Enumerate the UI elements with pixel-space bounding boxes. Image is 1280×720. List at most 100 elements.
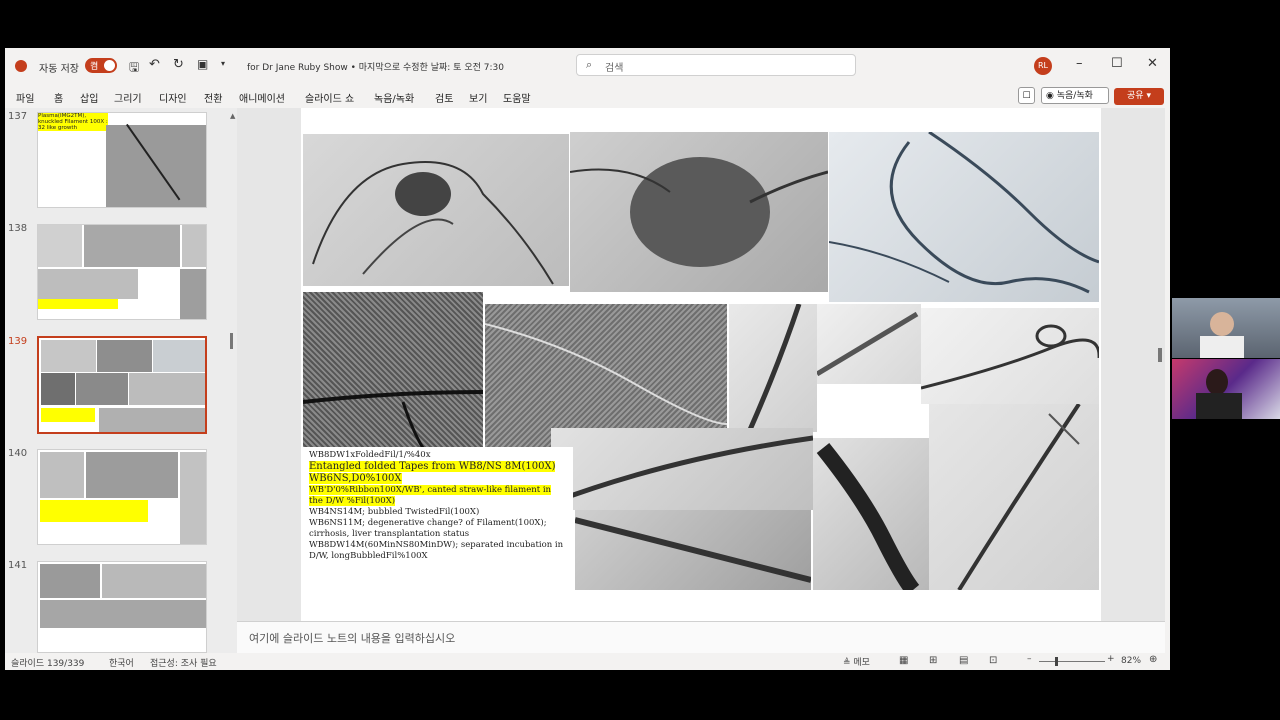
filament-drawing bbox=[816, 443, 920, 590]
tab-review[interactable]: 검토 bbox=[435, 90, 453, 105]
close-icon[interactable]: ✕ bbox=[1147, 56, 1158, 71]
notes-toggle-label: 메모 bbox=[853, 658, 870, 668]
filament-drawing bbox=[575, 517, 811, 583]
notes-toggle[interactable]: ≜ 메모 bbox=[843, 655, 870, 668]
tab-draw[interactable]: 그리기 bbox=[114, 90, 142, 105]
microscope-photo[interactable] bbox=[303, 292, 483, 448]
undo-icon[interactable]: ↶ bbox=[149, 57, 160, 72]
powerpoint-window: 자동 저장 켬 🖫 ↶ ↻ ▣ ▾ for Dr Jane Ruby Show … bbox=[5, 48, 1170, 670]
caption-line-highlight: WB6NS,D0%100X bbox=[309, 473, 402, 484]
autosave-state: 켬 bbox=[90, 62, 99, 72]
thumbnail-image bbox=[99, 408, 205, 432]
language-indicator[interactable]: 한국어 bbox=[109, 656, 134, 669]
microscope-photo[interactable] bbox=[575, 510, 811, 590]
slide-counter: 슬라이드 139/339 bbox=[11, 659, 85, 669]
tab-insert[interactable]: 삽입 bbox=[80, 90, 98, 105]
autosave-toggle[interactable]: 켬 bbox=[85, 58, 117, 73]
share-button[interactable]: 공유 ▾ bbox=[1114, 88, 1164, 105]
customize-toolbar-icon[interactable]: ▾ bbox=[221, 59, 225, 68]
scroll-up-icon[interactable]: ▲ bbox=[230, 112, 235, 120]
tab-transitions[interactable]: 전환 bbox=[204, 90, 222, 105]
microscope-photo[interactable] bbox=[813, 438, 929, 590]
thumbnail-image bbox=[180, 452, 206, 544]
participant-body bbox=[1200, 336, 1244, 358]
participant-face bbox=[1210, 312, 1234, 336]
slide-thumbnail-138[interactable] bbox=[37, 224, 207, 320]
save-icon[interactable]: 🖫 bbox=[129, 58, 139, 79]
caption-line: WB4NS14M; bubbled TwistedFil(100X) bbox=[309, 507, 480, 517]
thumbnail-image bbox=[38, 269, 138, 299]
search-icon: ⌕ bbox=[586, 58, 593, 71]
microscope-photo[interactable] bbox=[817, 304, 921, 384]
slide-canvas: ✪ bbox=[237, 108, 1165, 621]
slide-thumbnail-139-selected[interactable] bbox=[37, 336, 207, 434]
minimize-icon[interactable]: – bbox=[1076, 56, 1083, 71]
thumbnail-number: 140 bbox=[8, 448, 28, 459]
microscope-photo[interactable] bbox=[303, 134, 569, 286]
search-box[interactable]: ⌕ 검색 bbox=[576, 54, 856, 76]
video-tile-participant-1[interactable] bbox=[1172, 298, 1280, 358]
toggle-knob bbox=[104, 60, 115, 71]
slide-thumbnail-140[interactable] bbox=[37, 449, 207, 545]
redo-icon[interactable]: ↻ bbox=[173, 57, 184, 72]
caption-line: WB8DW1xFoldedFil/1/%40x bbox=[309, 450, 431, 460]
zoom-slider-thumb[interactable] bbox=[1055, 657, 1058, 666]
powerpoint-logo-icon bbox=[15, 60, 27, 72]
notes-pane[interactable]: 여기에 슬라이드 노트의 내용을 입력하십시오 bbox=[237, 621, 1165, 654]
microscope-photo[interactable] bbox=[570, 132, 828, 292]
slide-sorter-icon[interactable]: ⊞ bbox=[929, 655, 937, 666]
tab-design[interactable]: 디자인 bbox=[159, 90, 187, 105]
participant-face bbox=[1206, 369, 1228, 395]
slide-caption-textbox[interactable]: WB8DW1xFoldedFil/1/%40x Entangled folded… bbox=[303, 447, 573, 587]
slide-139[interactable]: WB8DW1xFoldedFil/1/%40x Entangled folded… bbox=[301, 108, 1101, 621]
microscope-photo[interactable] bbox=[929, 404, 1099, 590]
tab-animations[interactable]: 애니메이션 bbox=[239, 90, 285, 105]
tab-record[interactable]: 녹음/녹화 bbox=[374, 90, 414, 105]
user-avatar[interactable]: RL bbox=[1034, 57, 1052, 75]
thumbnail-image bbox=[106, 123, 206, 207]
zoom-slider[interactable] bbox=[1039, 661, 1105, 662]
filament-drawing bbox=[817, 311, 919, 377]
microscope-photo[interactable] bbox=[921, 308, 1099, 404]
normal-view-icon[interactable]: ▦ bbox=[899, 655, 908, 666]
zoom-level[interactable]: 82% bbox=[1121, 656, 1141, 666]
thumbnail-image bbox=[182, 225, 206, 267]
comments-icon[interactable]: ☐ bbox=[1018, 87, 1035, 104]
slide-thumbnail-137[interactable]: Plasma(IMG2TM), knuckled Filament 100X :… bbox=[37, 112, 207, 208]
slideshow-icon[interactable]: ⊡ bbox=[989, 655, 997, 666]
thumbnail-image bbox=[40, 600, 206, 628]
tab-slideshow[interactable]: 슬라이드 쇼 bbox=[305, 90, 354, 105]
microscope-photo[interactable] bbox=[829, 132, 1099, 302]
tab-file[interactable]: 파일 bbox=[16, 90, 34, 105]
filament-drawing bbox=[746, 304, 802, 432]
share-button-label: 공유 bbox=[1127, 91, 1144, 101]
slide-thumbnail-141[interactable] bbox=[37, 561, 207, 653]
caption-line: WB8DW14M(60MinNS80MinDW); separated incu… bbox=[309, 540, 564, 561]
participant-body bbox=[1196, 393, 1242, 419]
thumbnail-caption-highlight bbox=[40, 500, 148, 522]
maximize-icon[interactable]: ☐ bbox=[1111, 56, 1123, 71]
thumbnail-image bbox=[97, 340, 152, 372]
tab-view[interactable]: 보기 bbox=[469, 90, 487, 105]
document-title[interactable]: for Dr Jane Ruby Show • 마지막으로 수정한 날짜: 토 … bbox=[247, 60, 504, 73]
reading-view-icon[interactable]: ▤ bbox=[959, 655, 968, 666]
thumbnail-caption-highlight bbox=[41, 408, 95, 422]
video-tile-participant-2[interactable] bbox=[1172, 359, 1280, 419]
microscope-photo[interactable] bbox=[729, 304, 817, 432]
thumbnail-number: 141 bbox=[8, 560, 28, 571]
ribbon-tabs: 파일 홈 삽입 그리기 디자인 전환 애니메이션 슬라이드 쇼 녹음/녹화 검토… bbox=[5, 84, 1170, 108]
record-button[interactable]: ◉ 녹음/녹화 bbox=[1041, 87, 1109, 104]
presenter-icon[interactable]: ▣ bbox=[197, 57, 208, 71]
canvas-scrollbar[interactable] bbox=[1158, 348, 1162, 362]
thumbnail-image bbox=[41, 373, 75, 405]
fit-to-window-icon[interactable]: ⊕ bbox=[1149, 654, 1157, 665]
zoom-in-icon[interactable]: + bbox=[1107, 654, 1115, 664]
tab-home[interactable]: 홈 bbox=[54, 90, 63, 105]
zoom-out-icon[interactable]: – bbox=[1027, 654, 1032, 664]
tab-help[interactable]: 도움말 bbox=[503, 90, 531, 105]
thumbnail-image bbox=[38, 225, 82, 267]
accessibility-status[interactable]: 접근성: 조사 필요 bbox=[150, 656, 217, 669]
filament-drawing bbox=[921, 324, 1099, 390]
microscope-photo[interactable] bbox=[551, 428, 813, 510]
thumbnail-scrollbar[interactable] bbox=[230, 333, 233, 349]
